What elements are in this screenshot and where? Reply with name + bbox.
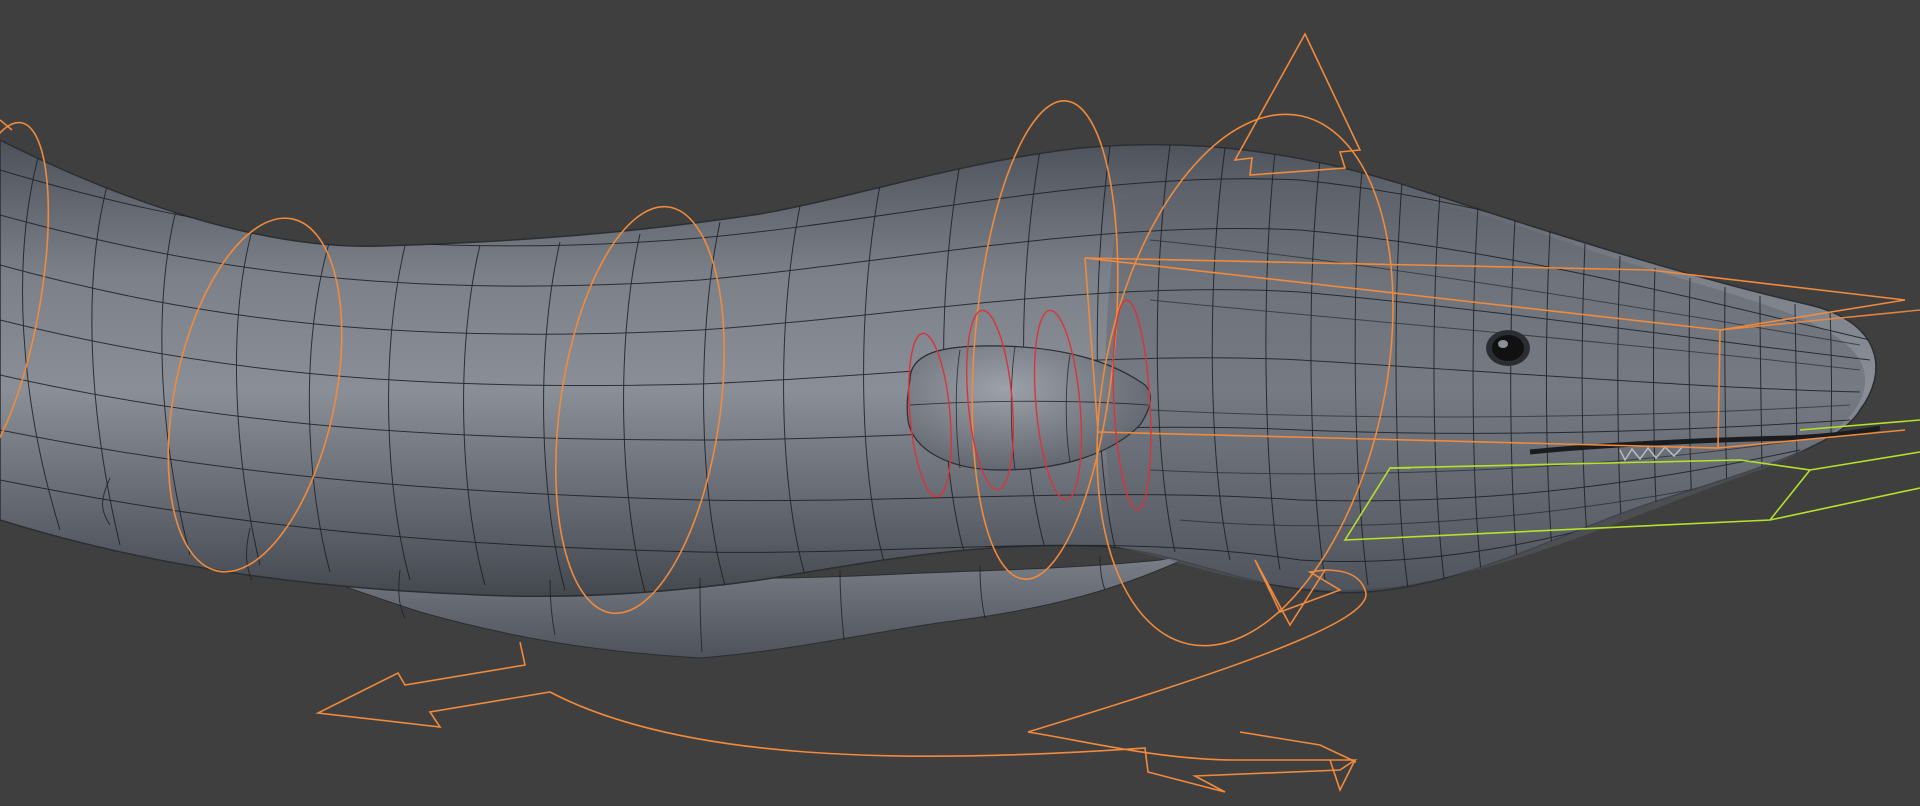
eel-eye[interactable] [1486,330,1530,366]
head-shade [1105,181,1866,590]
viewport-canvas[interactable] [0,0,1920,806]
root-arrow-right[interactable] [1239,731,1357,793]
3d-viewport[interactable] [0,0,1920,806]
